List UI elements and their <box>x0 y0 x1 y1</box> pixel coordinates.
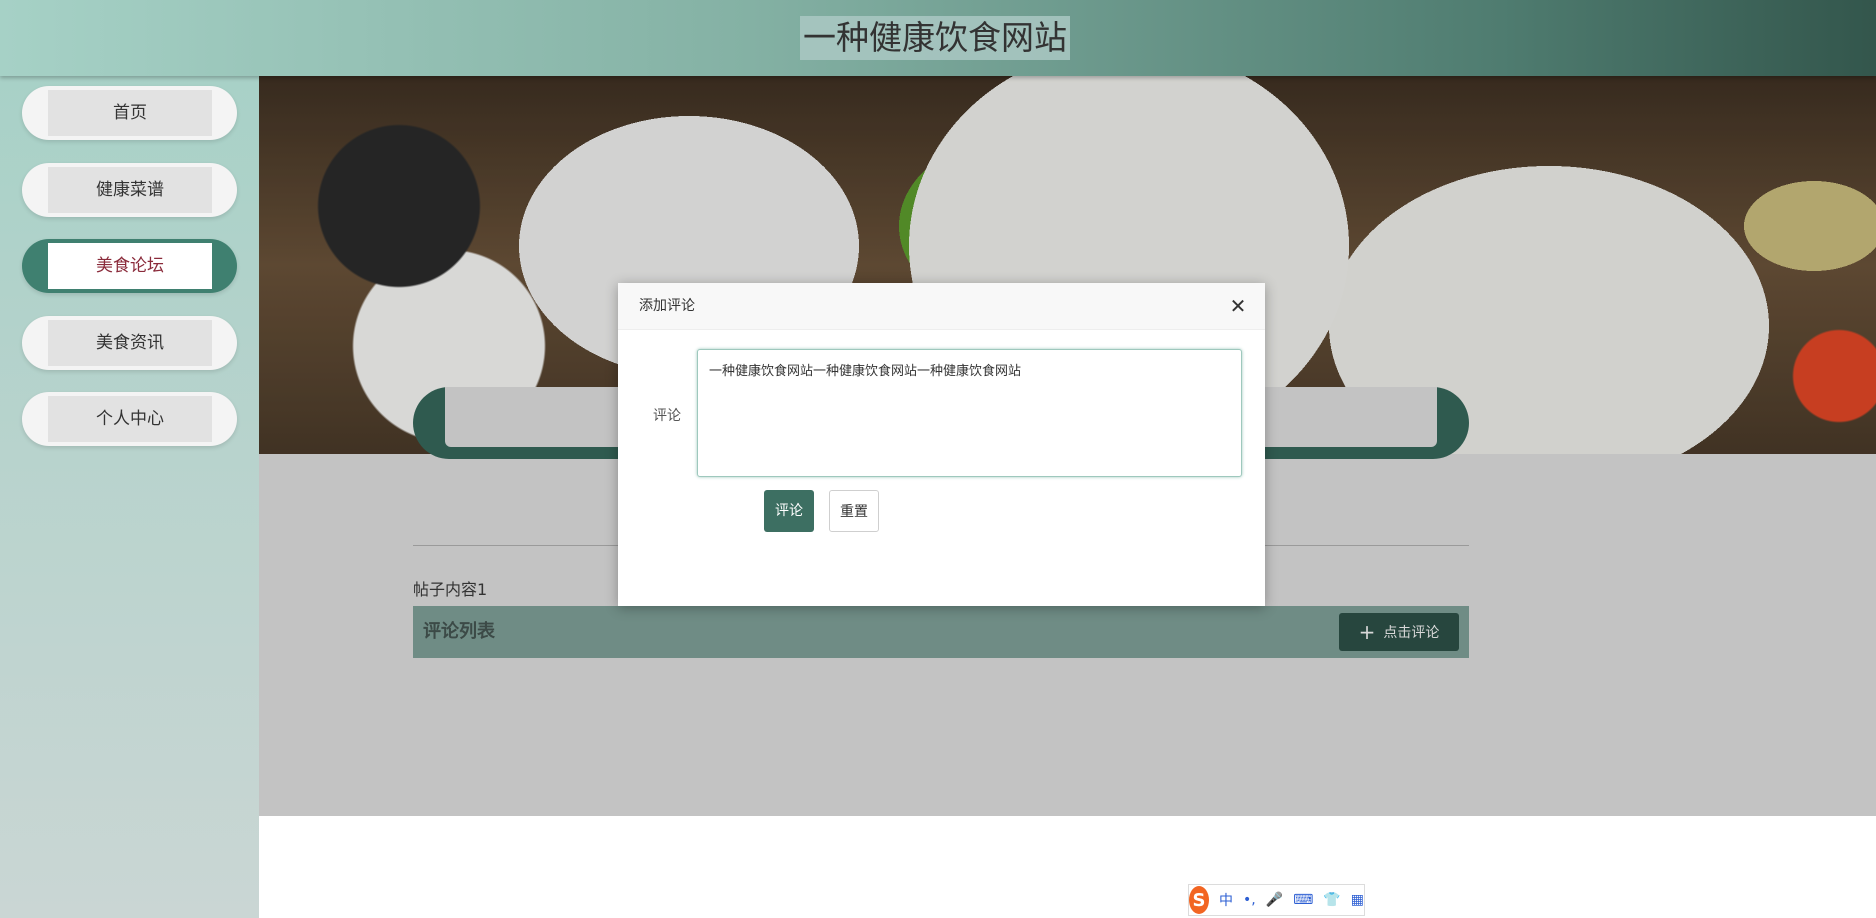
sidebar-item-label: 个人中心 <box>48 396 212 442</box>
dialog-header: 添加评论 ✕ <box>618 283 1265 330</box>
comment-field-label: 评论 <box>653 408 681 424</box>
site-header: 一种健康饮食网站 <box>0 0 1876 76</box>
reset-button[interactable]: 重置 <box>829 490 879 532</box>
sidebar-item-home[interactable]: 首页 <box>22 86 237 140</box>
footer-area <box>259 816 1876 918</box>
skin-icon[interactable]: 👕 <box>1323 892 1340 908</box>
toolbox-icon[interactable]: ▦ <box>1351 892 1364 908</box>
sidebar-item-news[interactable]: 美食资讯 <box>22 316 237 370</box>
post-content: 帖子内容1 <box>413 580 488 599</box>
microphone-icon[interactable]: 🎤 <box>1266 892 1283 908</box>
sidebar-item-label: 美食资讯 <box>48 320 212 366</box>
sidebar-item-forum[interactable]: 美食论坛 <box>22 239 237 293</box>
punctuation-icon[interactable]: •, <box>1243 892 1256 908</box>
comments-header: 评论列表 + 点击评论 <box>413 606 1469 658</box>
ime-mode[interactable]: 中 <box>1219 890 1233 910</box>
sidebar-nav: 首页 健康菜谱 美食论坛 美食资讯 个人中心 <box>0 76 259 918</box>
sidebar-item-profile[interactable]: 个人中心 <box>22 392 237 446</box>
sogou-logo-icon: S <box>1189 886 1209 914</box>
sidebar-item-label: 首页 <box>48 90 212 136</box>
sidebar-item-recipes[interactable]: 健康菜谱 <box>22 163 237 217</box>
site-title: 一种健康饮食网站 <box>800 16 1070 60</box>
comments-title: 评论列表 <box>423 621 495 642</box>
sidebar-item-label: 健康菜谱 <box>48 167 212 213</box>
submit-comment-button[interactable]: 评论 <box>764 490 814 532</box>
plus-icon: + <box>1358 620 1376 644</box>
close-icon[interactable]: ✕ <box>1227 295 1249 317</box>
add-comment-label: 点击评论 <box>1383 625 1440 641</box>
comment-textarea[interactable]: 一种健康饮食网站一种健康饮食网站一种健康饮食网站 <box>697 349 1242 477</box>
add-comment-dialog: 添加评论 ✕ 评论 一种健康饮食网站一种健康饮食网站一种健康饮食网站 评论 重置 <box>618 283 1265 606</box>
add-comment-button[interactable]: + 点击评论 <box>1339 613 1459 651</box>
keyboard-icon[interactable]: ⌨ <box>1293 892 1313 908</box>
sidebar-item-label: 美食论坛 <box>48 243 212 289</box>
ime-toolbar[interactable]: S 中 •, 🎤 ⌨ 👕 ▦ <box>1188 884 1365 916</box>
dialog-title: 添加评论 <box>639 298 695 314</box>
